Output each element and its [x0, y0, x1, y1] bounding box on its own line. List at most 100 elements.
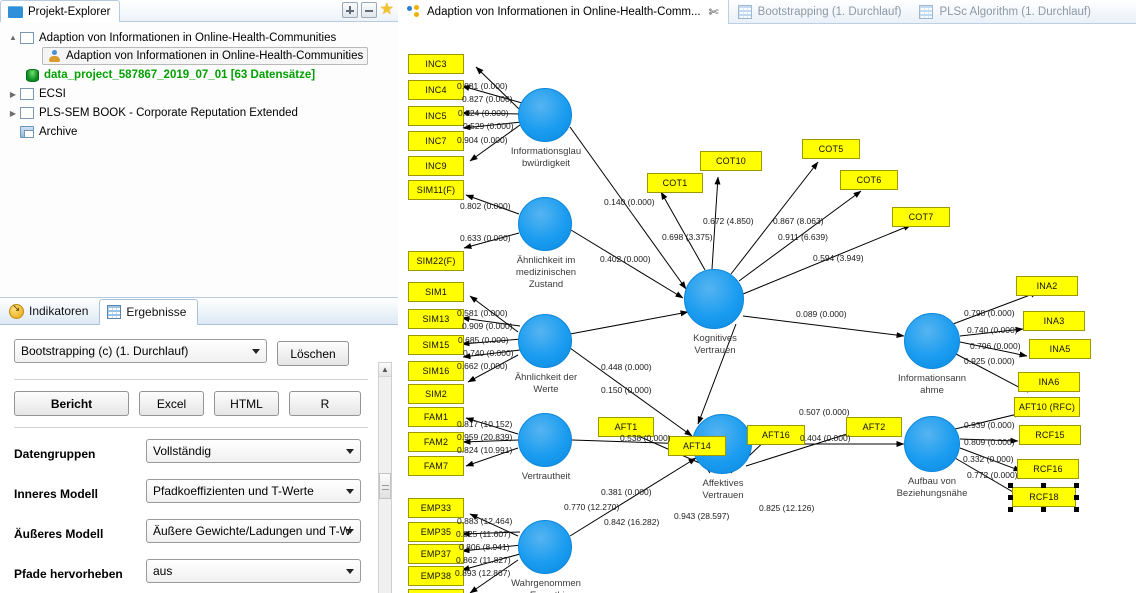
resize-handle[interactable]	[1074, 495, 1079, 500]
path-model-canvas[interactable]: Informationsglau bwürdigkeit Ähnlichkeit…	[398, 24, 1136, 593]
database-icon	[26, 68, 39, 82]
indicator-box[interactable]: COT10	[700, 151, 762, 171]
construct-vertrautheit[interactable]	[518, 413, 572, 467]
field-label: Inneres Modell	[14, 486, 99, 501]
delete-button[interactable]: Löschen	[277, 341, 349, 366]
tree-item-archive[interactable]: Archive	[6, 123, 398, 142]
tree-item-plssem-book[interactable]: ▶ PLS-SEM BOOK - Corporate Reputation Ex…	[6, 104, 398, 123]
indicator-box[interactable]: SIM16	[408, 361, 464, 381]
outer-loading-label: 0.740 (0.000)	[967, 325, 1018, 335]
resize-handle[interactable]	[1074, 483, 1079, 488]
resize-handle[interactable]	[1074, 507, 1079, 512]
chevron-right-icon[interactable]: ▶	[6, 90, 20, 99]
editor-area: Adaption von Informationen in Online-Hea…	[398, 0, 1136, 593]
path-coefficient-label: 0.538 (0.000)	[620, 433, 671, 443]
construct-aehnlichkeit-medizinisch[interactable]	[518, 197, 572, 251]
resize-handle[interactable]	[1008, 495, 1013, 500]
field-label: Äußeres Modell	[14, 526, 104, 541]
indicator-box[interactable]: SIM2	[408, 384, 464, 404]
indicator-box[interactable]: AFT16	[747, 425, 805, 445]
divider	[14, 427, 368, 428]
tab-bootstrapping[interactable]: Bootstrapping (1. Durchlauf)	[729, 0, 911, 24]
tab-plsc-algorithm[interactable]: PLSc Algorithm (1. Durchlauf)	[910, 0, 1099, 24]
construct-aufbau-beziehungsnaehe[interactable]	[904, 416, 960, 472]
indicator-box[interactable]: SIM1	[408, 282, 464, 302]
inneres-modell-select[interactable]: Pfadkoeffizienten und T-Werte	[146, 479, 361, 503]
indicator-box[interactable]: RCF16	[1017, 459, 1079, 479]
collapse-all-button[interactable]	[360, 2, 377, 18]
tab-model-editor[interactable]: Adaption von Informationen in Online-Hea…	[398, 0, 729, 24]
construct-kognitives-vertrauen[interactable]	[684, 269, 744, 329]
indicator-box[interactable]: INA6	[1018, 372, 1080, 392]
indicator-box[interactable]: FAM7	[408, 456, 464, 476]
indicator-box[interactable]: SIM22(F)	[408, 251, 464, 271]
close-icon[interactable]: ✄	[709, 5, 719, 19]
indicator-box[interactable]: INC7	[408, 131, 464, 151]
r-button[interactable]: R	[289, 391, 361, 416]
indicator-box[interactable]: INC9	[408, 156, 464, 176]
construct-wahrgenommene-empathie[interactable]	[518, 520, 572, 574]
indicator-box[interactable]: EMP33	[408, 498, 464, 518]
indicator-box[interactable]: INC5	[408, 106, 464, 126]
indicator-box[interactable]: COT1	[647, 173, 703, 193]
indicator-box[interactable]: INA2	[1016, 276, 1078, 296]
construct-aehnlichkeit-werte[interactable]	[518, 314, 572, 368]
indicator-box[interactable]: AFT10 (RFC)	[1014, 397, 1080, 417]
chevron-right-icon[interactable]: ▶	[6, 109, 20, 118]
indicator-box[interactable]: COT6	[840, 170, 898, 190]
pfade-hervorheben-select[interactable]: aus	[146, 559, 361, 583]
chevron-down-icon[interactable]: ▲	[6, 33, 20, 42]
indicator-box[interactable]: FAM2	[408, 432, 464, 452]
path-coefficient-label: 0.507 (0.000)	[799, 407, 850, 417]
construct-label: Vertrautheit	[521, 471, 571, 482]
project-explorer-tabstrip: Projekt-Explorer ★	[0, 0, 398, 22]
indicator-box[interactable]: RCF15	[1019, 425, 1081, 445]
datengruppen-select[interactable]: Vollständig	[146, 439, 361, 463]
construct-label: Ähnlichkeit im medizinischen Zustand	[515, 255, 577, 290]
tree-item-dataset[interactable]: data_project_587867_2019_07_01 [63 Daten…	[6, 66, 398, 85]
indicator-box[interactable]: EMP44	[408, 589, 464, 593]
resize-handle[interactable]	[1041, 483, 1046, 488]
indicator-box[interactable]: SIM13	[408, 309, 464, 329]
indicator-box[interactable]: SIM15	[408, 335, 464, 355]
scroll-up-arrow[interactable]: ▲	[379, 363, 391, 377]
indicator-box[interactable]: INC4	[408, 80, 464, 100]
result-select-wrap: Bootstrapping (c) (1. Durchlauf)	[14, 339, 267, 368]
tree-item-project[interactable]: ▲ Adaption von Informationen in Online-H…	[6, 28, 398, 47]
indicator-box[interactable]: SIM11(F)	[408, 180, 464, 200]
indicator-box[interactable]: COT7	[892, 207, 950, 227]
construct-informationsannahme[interactable]	[904, 313, 960, 369]
favorite-star-icon[interactable]: ★	[380, 2, 394, 18]
indicator-box[interactable]: INC3	[408, 54, 464, 74]
tab-ergebnisse[interactable]: Ergebnisse	[99, 299, 199, 325]
model-icon	[407, 5, 421, 18]
tree-item-label: Adaption von Informationen in Online-Hea…	[66, 50, 364, 62]
outer-loading-label: 0.904 (0.000)	[457, 135, 508, 145]
results-scrollbar[interactable]: ▲ ▼	[378, 362, 392, 593]
indicator-box-selected[interactable]: RCF18	[1012, 487, 1076, 507]
indicator-box[interactable]: COT5	[802, 139, 860, 159]
indicator-box[interactable]: FAM1	[408, 407, 464, 427]
results-controls: Bootstrapping (c) (1. Durchlauf) Löschen…	[0, 325, 398, 593]
project-tree: ▲ Adaption von Informationen in Online-H…	[0, 22, 398, 142]
indicator-box[interactable]: INA3	[1023, 311, 1085, 331]
scroll-thumb[interactable]	[379, 473, 391, 499]
grid-icon	[919, 4, 934, 19]
report-button[interactable]: Bericht	[14, 391, 129, 416]
tab-indikatoren[interactable]: Indikatoren	[2, 298, 99, 324]
result-select[interactable]: Bootstrapping (c) (1. Durchlauf)	[14, 339, 267, 363]
resize-handle[interactable]	[1008, 483, 1013, 488]
indicator-box[interactable]: INA5	[1029, 339, 1091, 359]
aeusseres-modell-select[interactable]: Äußere Gewichte/Ladungen und T-W	[146, 519, 361, 543]
excel-button[interactable]: Excel	[139, 391, 204, 416]
construct-informationsglaubwuerdigkeit[interactable]	[518, 88, 572, 142]
indicator-box[interactable]: AFT14	[668, 436, 726, 456]
resize-handle[interactable]	[1008, 507, 1013, 512]
tree-item-ecsi[interactable]: ▶ ECSI	[6, 85, 398, 104]
html-button[interactable]: HTML	[214, 391, 279, 416]
indicator-box[interactable]: AFT2	[846, 417, 902, 437]
tree-item-model-selected[interactable]: Adaption von Informationen in Online-Hea…	[42, 47, 369, 65]
expand-all-button[interactable]	[341, 2, 358, 18]
tab-project-explorer[interactable]: Projekt-Explorer	[0, 0, 121, 22]
resize-handle[interactable]	[1041, 507, 1046, 512]
